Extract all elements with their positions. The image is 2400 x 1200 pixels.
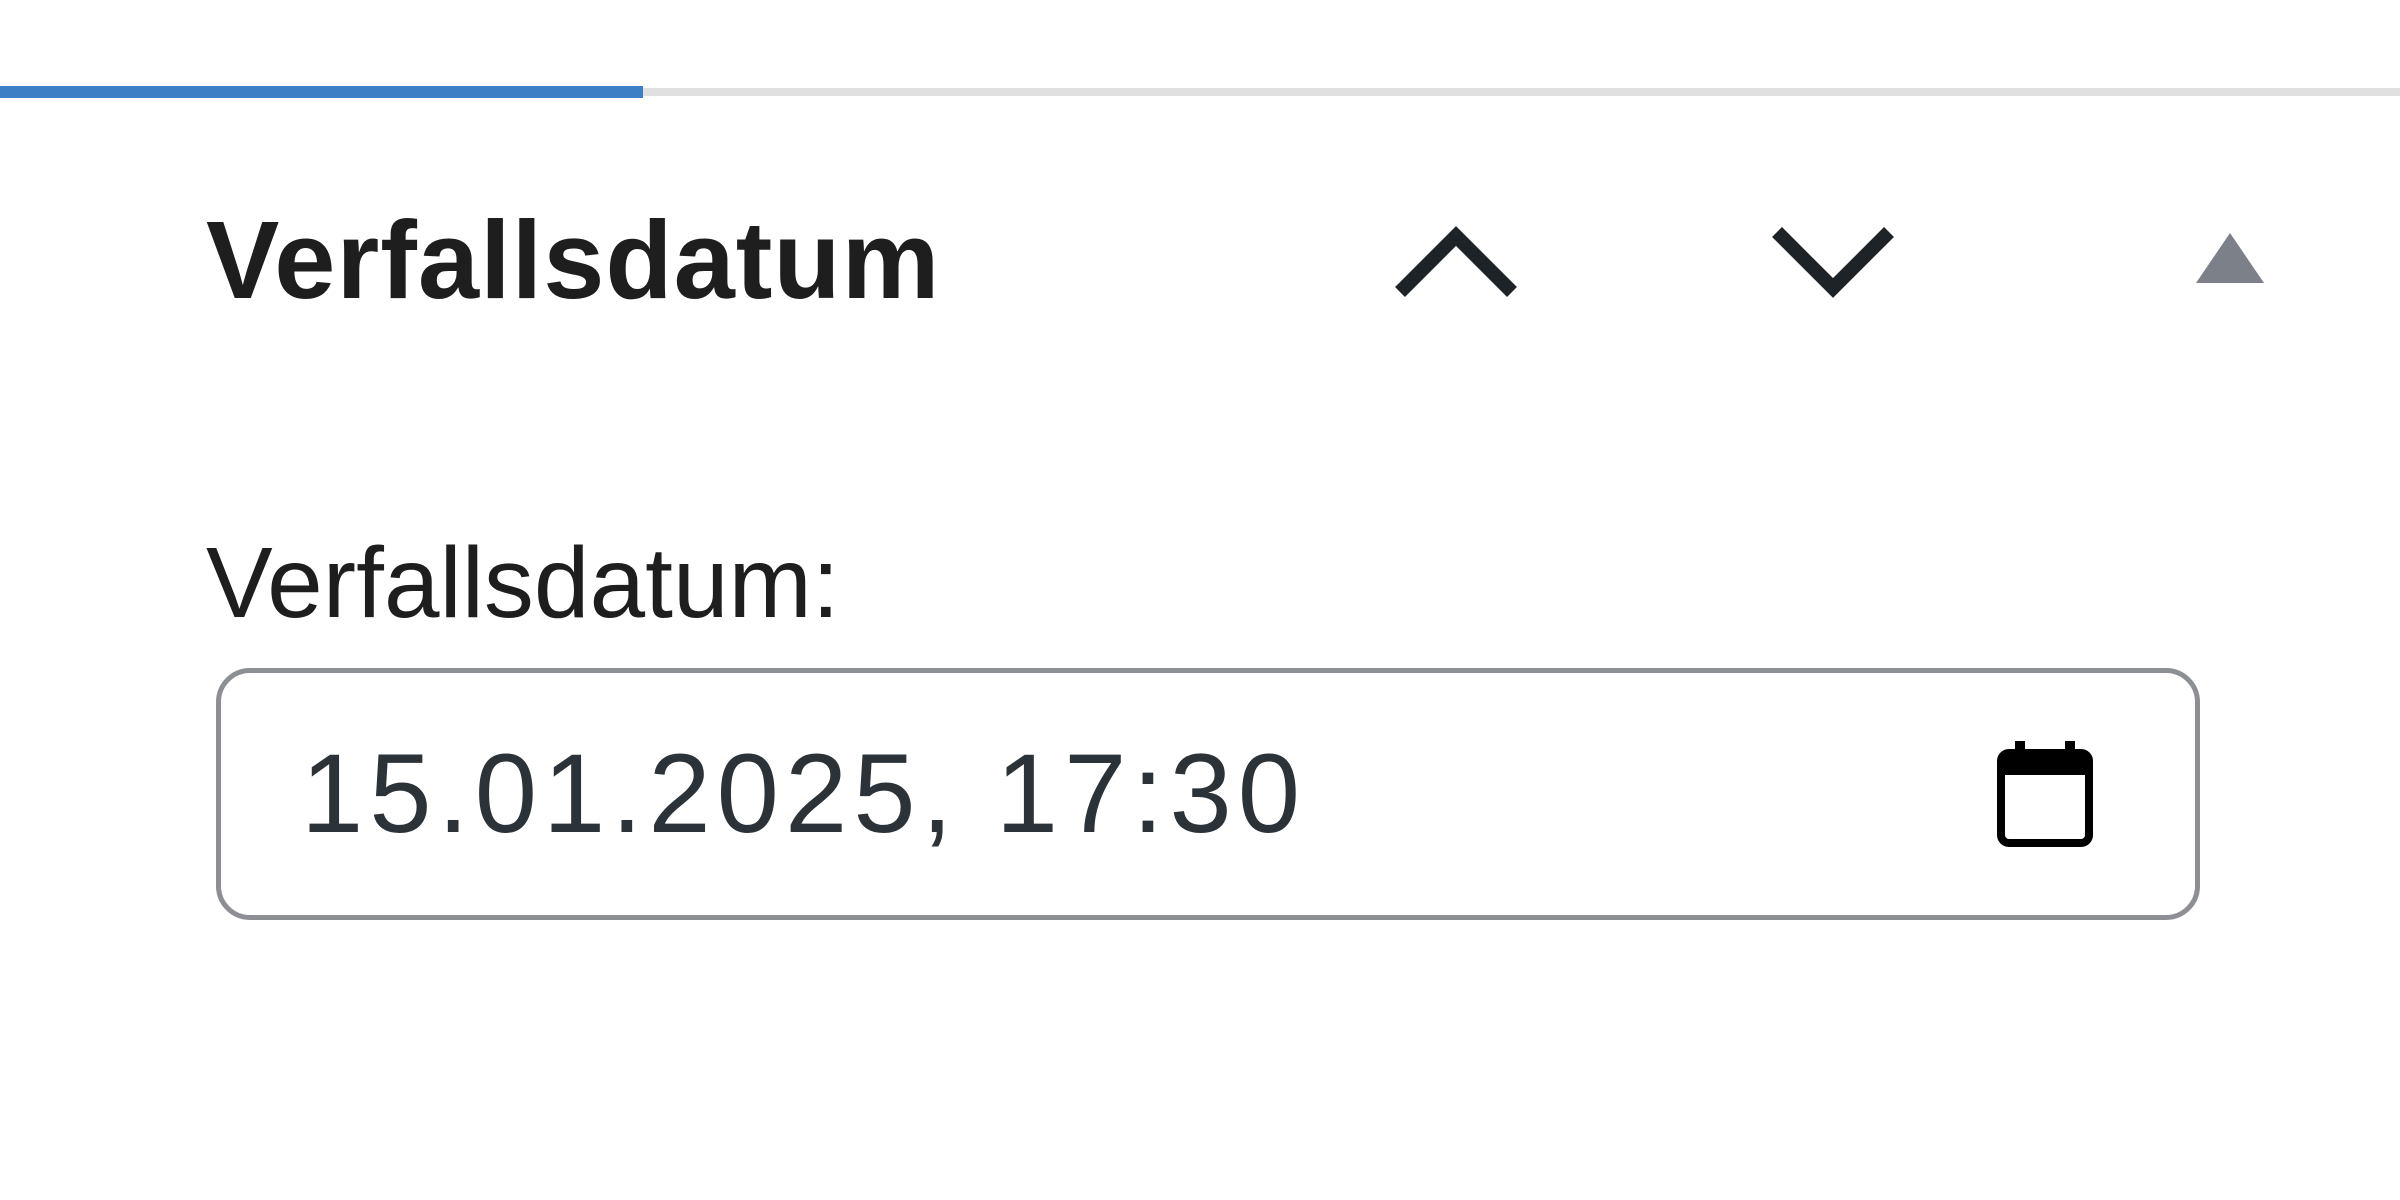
caret-up-icon: [2196, 233, 2264, 283]
panel-header: Verfallsdatum: [206, 196, 940, 326]
toggle-panel-button[interactable]: [2170, 212, 2290, 302]
chevron-up-icon: [1395, 226, 1517, 297]
calendar-icon: [1997, 741, 2093, 847]
panel-title: Verfallsdatum: [206, 199, 941, 322]
expiry-date-label: Verfallsdatum:: [206, 527, 840, 639]
expiry-date-panel: Verfallsdatum Verfallsdatum: 15.01.2025,…: [0, 0, 2400, 1200]
move-up-button[interactable]: [1386, 212, 1526, 312]
date-value[interactable]: 15.01.2025, 17:30: [301, 738, 1306, 850]
chevron-down-icon: [1772, 227, 1894, 298]
expiry-date-field: Verfallsdatum:: [206, 528, 840, 638]
move-down-button[interactable]: [1763, 212, 1903, 312]
calendar-picker-button[interactable]: [1995, 739, 2095, 849]
progress-fill: [0, 86, 644, 98]
expiry-date-input[interactable]: 15.01.2025, 17:30: [216, 668, 2200, 920]
